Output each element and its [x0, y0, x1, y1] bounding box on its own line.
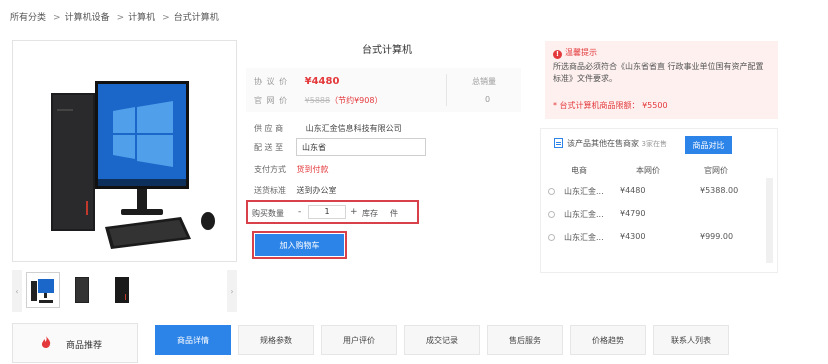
product-main-image[interactable] — [12, 40, 237, 262]
seller-official-price: ¥999.00 — [700, 232, 734, 241]
breadcrumb-separator: > — [162, 13, 170, 23]
saving-amount: （节约¥908） — [330, 96, 383, 105]
chevron-left-icon[interactable]: ‹ — [12, 270, 22, 312]
seller-name: 山东汇金... — [564, 187, 604, 196]
quantity-increase-button[interactable]: + — [350, 207, 358, 217]
info-circle-icon: ! — [553, 50, 562, 59]
column-header-official-price: 官网价 — [704, 166, 728, 175]
delivery-standard-row: 送货标准 送到办公室 — [254, 185, 337, 196]
breadcrumb-item[interactable]: 台式计算机 — [174, 13, 219, 23]
tab-contacts[interactable]: 联系人列表 — [653, 325, 729, 355]
seller-official-price: ¥5388.00 — [700, 186, 739, 195]
add-to-cart-button[interactable]: 加入购物车 — [255, 234, 344, 256]
price-limit: * 台式计算机商品限额： ¥5500 — [553, 101, 668, 110]
stock-unit: 件 — [390, 209, 398, 218]
breadcrumb-item[interactable]: 所有分类 — [10, 13, 46, 23]
quantity-label: 购买数量 — [252, 209, 284, 218]
breadcrumb-separator: > — [53, 13, 61, 23]
delivery-standard-label: 送货标准 — [254, 186, 286, 195]
other-sellers-header: 该产品其他在售商家 3家在售 — [554, 138, 667, 149]
supplier-row: 供 应 商 山东汇金信息科技有限公司 — [254, 123, 402, 134]
sales-value: 0 — [485, 95, 491, 104]
delivery-standard-value: 送到办公室 — [296, 186, 337, 195]
seller-radio[interactable] — [548, 188, 555, 195]
market-price-label: 官 网 价 — [254, 96, 289, 105]
thumbnail-2[interactable] — [66, 272, 100, 308]
seller-row[interactable]: 山东汇金... ¥4300 ¥999.00 — [548, 230, 766, 246]
seller-row[interactable]: 山东汇金... ¥4480 ¥5388.00 — [548, 184, 766, 200]
seller-price: ¥4790 — [620, 209, 646, 218]
seller-price: ¥4480 — [620, 186, 646, 195]
breadcrumb-separator: > — [116, 13, 125, 23]
seller-name: 山东汇金... — [564, 233, 604, 242]
delivery-label: 配 送 至 — [254, 143, 284, 152]
notice-title: 温馨提示 — [565, 48, 597, 57]
agreement-price-label: 协 议 价 — [254, 77, 289, 86]
column-header-price: 本网价 — [636, 166, 660, 175]
seller-name: 山东汇金... — [564, 210, 604, 219]
seller-price: ¥4300 — [620, 232, 646, 241]
seller-radio[interactable] — [548, 234, 555, 241]
product-title: 台式计算机 — [362, 45, 412, 56]
notice-text: 所选商品必须符合《山东省省直 行政事业单位国有资产配置标准》文件要求。 — [553, 62, 764, 83]
recommend-tab-label: 商品推荐 — [66, 341, 103, 351]
payment-value: 货到付款 — [296, 165, 329, 174]
supplier-value[interactable]: 山东汇金信息科技有限公司 — [306, 124, 402, 133]
thumbnail-3[interactable] — [106, 272, 140, 308]
breadcrumb: 所有分类 > 计算机设备 > 计算机 > 台式计算机 — [10, 10, 222, 23]
fire-icon — [41, 336, 51, 348]
seller-radio[interactable] — [548, 211, 555, 218]
compare-button[interactable]: 商品对比 — [685, 136, 732, 154]
market-price-row: 官 网 价 ¥5888（节约¥908） — [254, 95, 382, 106]
tab-reviews[interactable]: 用户评价 — [321, 325, 397, 355]
agreement-price-row: 协 议 价 ¥4480 — [254, 76, 339, 87]
scrollbar[interactable] — [766, 178, 773, 263]
agreement-price: ¥4480 — [304, 76, 340, 87]
other-sellers-title: 该产品其他在售商家 — [567, 139, 639, 148]
breadcrumb-item[interactable]: 计算机 — [128, 13, 155, 23]
tab-after-sales[interactable]: 售后服务 — [487, 325, 563, 355]
tab-price-trend[interactable]: 价格趋势 — [570, 325, 646, 355]
notice-title-row: ! 温馨提示 — [553, 47, 597, 59]
payment-label: 支付方式 — [254, 165, 286, 174]
market-price: ¥5888 — [304, 96, 331, 105]
quantity-decrease-button[interactable]: - — [298, 207, 301, 217]
other-sellers-count: 3家在售 — [641, 140, 668, 148]
sales-label: 总销量 — [472, 77, 496, 86]
supplier-label: 供 应 商 — [254, 124, 284, 133]
desktop-computer-illustration — [51, 81, 215, 249]
column-header-seller: 电商 — [571, 166, 587, 175]
delivery-region-select[interactable]: 山东省 — [296, 138, 426, 156]
document-icon — [554, 138, 563, 148]
quantity-input[interactable]: 1 — [308, 205, 346, 219]
chevron-right-icon[interactable]: › — [227, 270, 237, 312]
tab-specifications[interactable]: 规格参数 — [238, 325, 314, 355]
other-sellers-panel — [540, 128, 778, 273]
stock-label: 库存 — [362, 209, 378, 218]
tab-product-details[interactable]: 商品详情 — [155, 325, 231, 355]
thumbnail-strip: ‹ › — [12, 270, 237, 312]
tab-transactions[interactable]: 成交记录 — [404, 325, 480, 355]
payment-row: 支付方式 货到付款 — [254, 164, 329, 175]
seller-row[interactable]: 山东汇金... ¥4790 — [548, 207, 766, 223]
divider — [446, 74, 447, 106]
thumbnail-1[interactable] — [26, 272, 60, 308]
breadcrumb-item[interactable]: 计算机设备 — [65, 13, 110, 23]
